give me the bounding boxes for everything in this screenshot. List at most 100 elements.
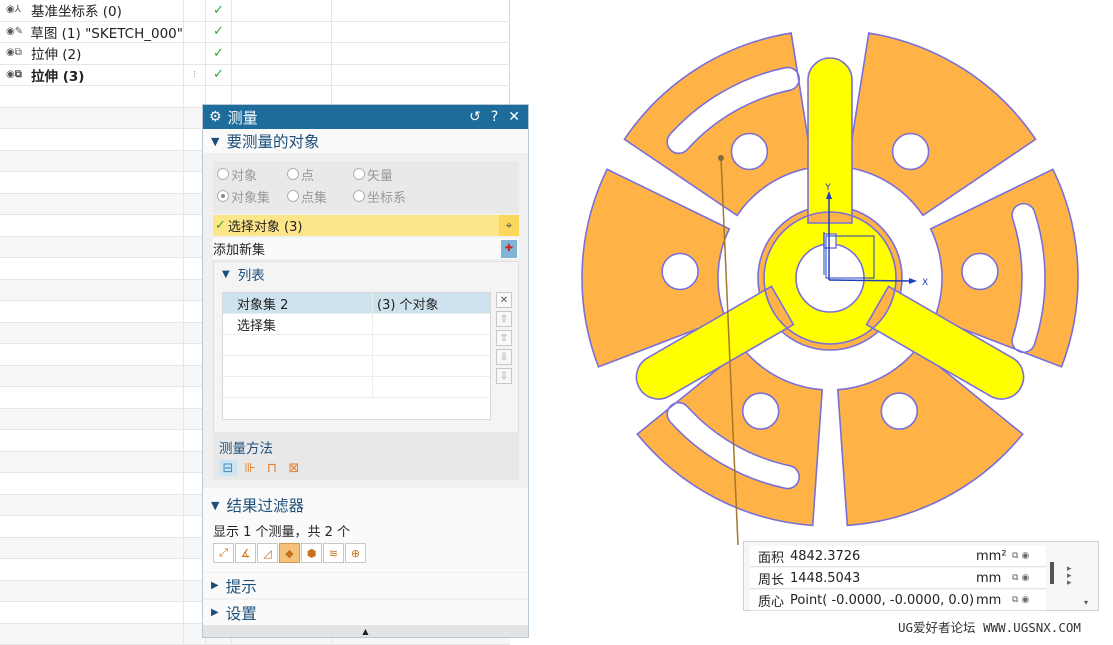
list-item-empty <box>223 377 490 398</box>
radio-point[interactable]: 点 <box>287 165 349 184</box>
nav-row-datum[interactable]: ◉⅄基准坐标系 (0) ✓ <box>0 0 510 22</box>
check-icon: ✓ <box>205 0 231 21</box>
select-object-label: 选择对象 (3) <box>228 216 303 235</box>
add-new-set-label: 添加新集 <box>213 239 265 258</box>
filter-info: 显示 1 个测量，共 2 个 <box>213 521 350 540</box>
collapse-dialog-button[interactable]: ▲ <box>203 625 528 637</box>
chevron-down-icon: ▼ <box>211 135 219 148</box>
list-header[interactable]: ▼ 列表 <box>214 262 518 286</box>
crosshair-icon[interactable]: ⌖ <box>499 215 519 236</box>
list-group: ▼ 列表 对象集 2 (3) 个对象 选择集 ✕ ⇧ ⇧ ⇩ ⇩ <box>213 261 519 433</box>
axis-y-label: Y <box>824 183 831 193</box>
method-region-icon[interactable]: ⊠ <box>285 460 303 476</box>
move-down-icon[interactable]: ⇩ <box>496 349 512 365</box>
extrude-icon: ◉⧉ <box>6 47 28 59</box>
method-area-icon[interactable]: ⊟ <box>219 460 237 476</box>
more-filter-icon[interactable]: ⊕ <box>345 543 366 563</box>
angle-filter-icon[interactable]: ∡ <box>235 543 256 563</box>
list-item-empty <box>223 356 490 377</box>
move-bottom-icon[interactable]: ⇩ <box>496 368 512 384</box>
nav-row-extrude-2[interactable]: ◉⧉拉伸 (2) ✓ <box>0 43 510 65</box>
list-item-empty <box>223 335 490 356</box>
sketch-icon: ◉✎ <box>6 26 27 38</box>
result-row-perimeter: 周长 1448.5043 mm ⧉◉ <box>750 568 1046 589</box>
dialog-title: 测量 <box>228 107 258 128</box>
nav-row-sketch[interactable]: ◉✎草图 (1) "SKETCH_000" ✓ <box>0 22 510 44</box>
chevron-right-icon: ▶ <box>211 580 219 591</box>
dialog-title-bar: ⚙ 测量 ↺ ? ✕ <box>203 105 528 129</box>
copy-icon[interactable]: ⧉ <box>1012 551 1018 561</box>
section-title: 要测量的对象 <box>226 130 319 152</box>
check-icon: ✓ <box>215 218 226 233</box>
add-set-icon[interactable]: ✚ <box>501 240 517 258</box>
set-list: 对象集 2 (3) 个对象 选择集 <box>222 292 491 420</box>
close-icon[interactable]: ✕ <box>508 109 520 125</box>
radio-csys[interactable]: 坐标系 <box>353 187 406 206</box>
gear-icon: ⚙ <box>209 109 222 125</box>
measure-dialog: ⚙ 测量 ↺ ? ✕ ▼ 要测量的对象 对象 点 矢量 对象集 点集 坐标系 ✓… <box>202 104 529 638</box>
nav-row-label: 拉伸 (2) <box>31 43 81 63</box>
section-settings-header[interactable]: ▶ 设置 <box>203 600 528 625</box>
result-row-centroid: 质心 Point( -0.0000, -0.0000, 0.0) mm ⧉◉ <box>750 590 1046 611</box>
copy-icon[interactable]: ⧉ <box>1012 573 1018 583</box>
reset-icon[interactable]: ↺ <box>469 109 481 125</box>
method-perimeter-icon[interactable]: ⊪ <box>241 460 259 476</box>
move-top-icon[interactable]: ⇧ <box>496 311 512 327</box>
list-buttons: ✕ ⇧ ⇧ ⇩ ⇩ <box>496 292 512 384</box>
section-tips-header[interactable]: ▶ 提示 <box>203 573 528 598</box>
radio-object-set[interactable]: 对象集 <box>217 187 283 206</box>
mass-filter-icon[interactable]: ≋ <box>323 543 344 563</box>
method-section-icon[interactable]: ⊓ <box>263 460 281 476</box>
list-item[interactable]: 对象集 2 (3) 个对象 <box>223 293 490 314</box>
measure-method: 测量方法 ⊟ ⊪ ⊓ ⊠ <box>213 432 519 480</box>
section-objects-header[interactable]: ▼ 要测量的对象 <box>203 129 528 153</box>
section-title: 提示 <box>226 575 257 597</box>
nav-row-label: 拉伸 (3) <box>31 65 84 85</box>
chevron-down-icon: ▼ <box>211 499 219 512</box>
eye-icon[interactable]: ◉ <box>1021 551 1029 561</box>
measure-result-panel[interactable]: 面积 4842.3726 mm² ⧉◉ 周长 1448.5043 mm ⧉◉ 质… <box>743 541 1099 611</box>
datum-csys-icon: ◉⅄ <box>6 4 28 16</box>
add-new-set-row[interactable]: 添加新集 ✚ <box>213 238 519 259</box>
extrude-icon: ◉⧉ <box>6 69 28 81</box>
expand-icon[interactable]: ▸▸▸ <box>1067 566 1072 587</box>
result-row-area: 面积 4842.3726 mm² ⧉◉ <box>750 546 1046 567</box>
eye-icon[interactable]: ◉ <box>1021 595 1029 605</box>
move-up-icon[interactable]: ⇧ <box>496 330 512 346</box>
nav-row-label: 草图 (1) "SKETCH_000" <box>30 22 183 42</box>
chevron-down-icon[interactable]: ▾ <box>1084 598 1088 607</box>
check-icon: ✓ <box>205 22 231 43</box>
list-title: 列表 <box>238 264 265 284</box>
type-radios: 对象 点 矢量 对象集 点集 坐标系 <box>213 161 519 213</box>
remove-icon[interactable]: ✕ <box>496 292 512 308</box>
radio-point-set[interactable]: 点集 <box>287 187 349 206</box>
radio-vector[interactable]: 矢量 <box>353 165 393 184</box>
section-title: 结果过滤器 <box>226 494 304 516</box>
help-icon[interactable]: ? <box>491 109 498 125</box>
volume-filter-icon[interactable]: ⬢ <box>301 543 322 563</box>
result-scrollbar[interactable] <box>1050 562 1054 584</box>
chevron-down-icon: ▼ <box>222 269 230 280</box>
radio-object[interactable]: 对象 <box>217 165 283 184</box>
section-title: 设置 <box>226 602 257 624</box>
select-object-row[interactable]: ✓ 选择对象 (3) ⌖ <box>213 215 519 236</box>
axis-x-label: X <box>922 278 928 288</box>
section-filter-header[interactable]: ▼ 结果过滤器 <box>203 493 528 517</box>
timestamp-icon: ⁝ <box>183 65 205 86</box>
filter-toolbar: ⤢ ∡ ◿ ◆ ⬢ ≋ ⊕ <box>213 543 366 563</box>
anchor-point <box>718 155 724 161</box>
area-filter-icon[interactable]: ◆ <box>279 543 300 563</box>
chevron-right-icon: ▶ <box>211 607 219 618</box>
watermark: UG爱好者论坛 WWW.UGSNX.COM <box>898 617 1081 636</box>
method-label: 测量方法 <box>219 437 519 457</box>
check-icon: ✓ <box>205 43 231 64</box>
eye-icon[interactable]: ◉ <box>1021 573 1029 583</box>
nav-row-label: 基准坐标系 (0) <box>31 0 122 20</box>
check-icon: ✓ <box>205 65 231 86</box>
nav-row-extrude-3[interactable]: ◉⧉拉伸 (3) ⁝✓ <box>0 65 510 87</box>
distance-filter-icon[interactable]: ⤢ <box>213 543 234 563</box>
list-item[interactable]: 选择集 <box>223 314 490 335</box>
result-filter-section: ▼ 结果过滤器 显示 1 个测量，共 2 个 ⤢ ∡ ◿ ◆ ⬢ ≋ ⊕ <box>203 488 528 572</box>
copy-icon[interactable]: ⧉ <box>1012 595 1018 605</box>
curve-filter-icon[interactable]: ◿ <box>257 543 278 563</box>
